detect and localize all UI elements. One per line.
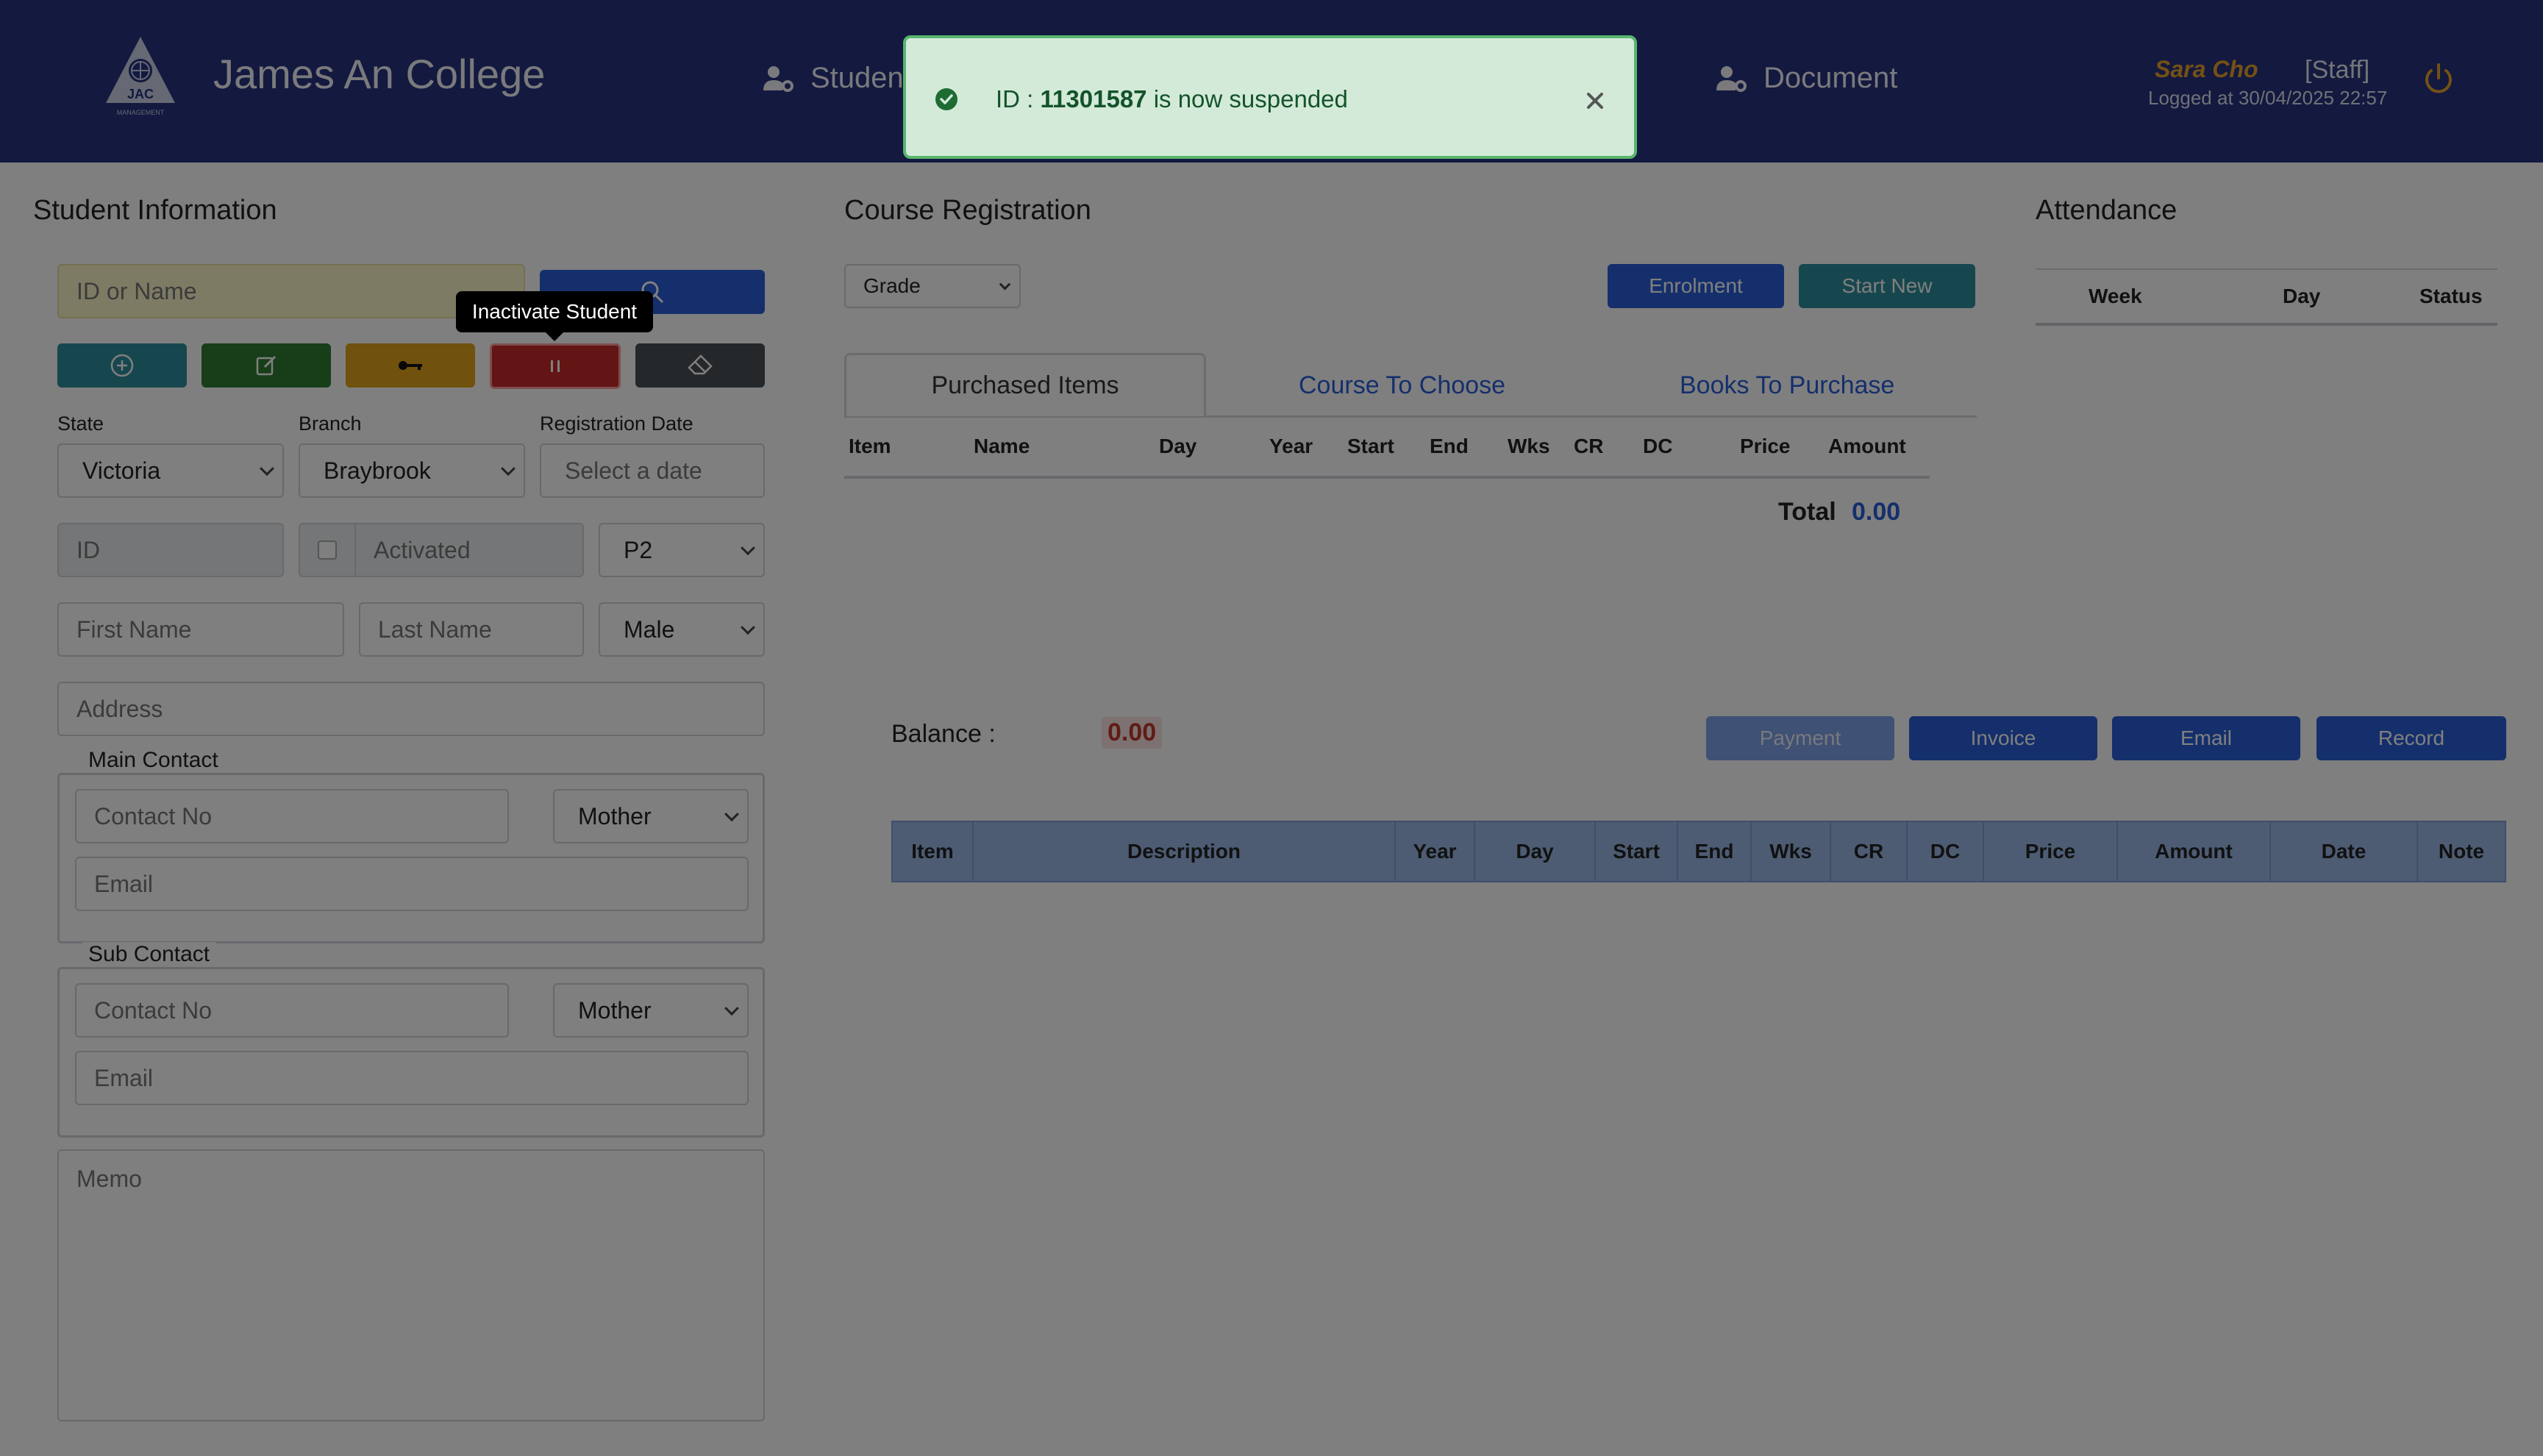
- close-icon[interactable]: [1584, 90, 1606, 112]
- success-toast: ID : 11301587 is now suspended: [903, 35, 1637, 159]
- toast-prefix: ID :: [996, 85, 1041, 113]
- toast-student-id: 11301587: [1040, 85, 1147, 113]
- inactivate-student-tooltip: Inactivate Student: [456, 291, 653, 341]
- check-circle-icon: [935, 88, 957, 110]
- dim-overlay: [0, 0, 2543, 1456]
- toast-message: ID : 11301587 is now suspended: [996, 85, 1348, 113]
- toast-suffix: is now suspended: [1146, 85, 1348, 113]
